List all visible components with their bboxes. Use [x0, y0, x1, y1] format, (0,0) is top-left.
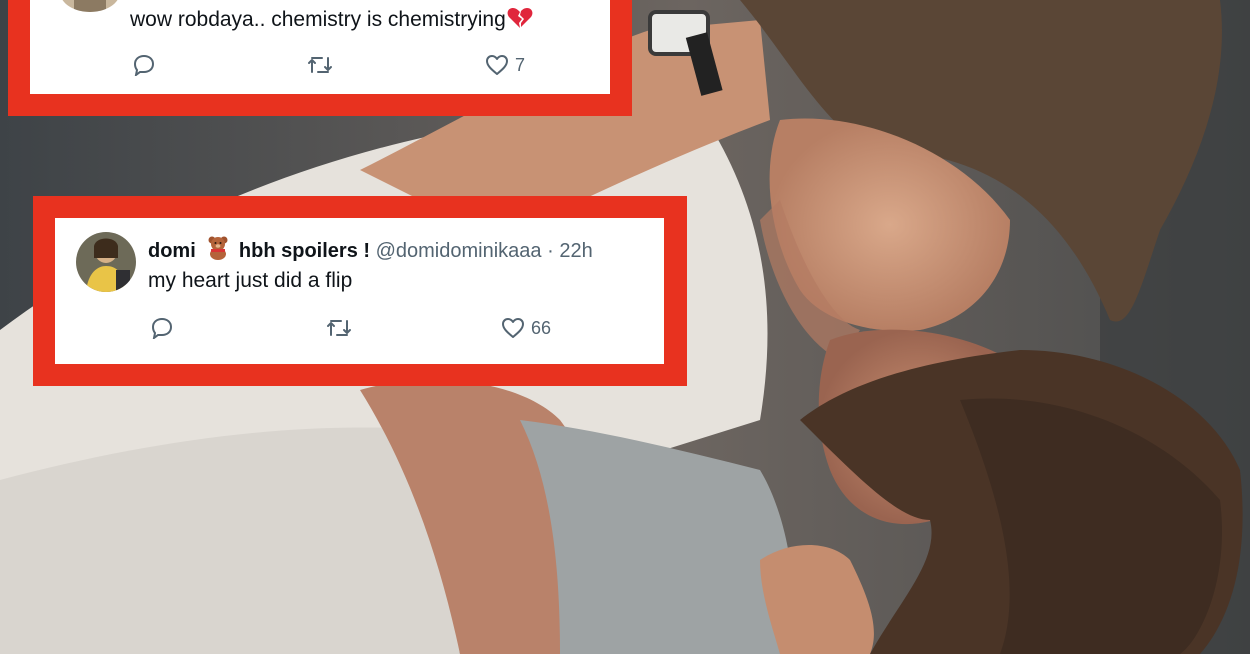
avatar-image-icon: [60, 0, 120, 12]
reply-icon: [151, 317, 173, 339]
tweet-header: domi hbh spoilers ! @domidominikaaa · 22…: [148, 236, 593, 266]
reply-icon: [133, 54, 155, 76]
like-count: 66: [531, 317, 552, 338]
retweet-button[interactable]: [306, 54, 334, 76]
reply-button[interactable]: [150, 317, 174, 339]
retweet-icon: [308, 57, 332, 73]
tweet-card-2[interactable]: domi hbh spoilers ! @domidominikaaa · 22…: [55, 218, 664, 364]
like-button[interactable]: 66: [501, 317, 551, 339]
display-name-suffix[interactable]: hbh spoilers !: [239, 240, 370, 262]
tweet-text: wow robdaya.. chemistry is chemistrying: [130, 7, 533, 35]
user-handle[interactable]: @domidominikaaa: [376, 240, 542, 262]
retweet-icon: [327, 320, 351, 336]
retweet-button[interactable]: [325, 317, 353, 339]
like-count: 7: [515, 54, 526, 75]
teddy-bear-icon: [207, 236, 229, 266]
broken-heart-icon: [507, 7, 533, 35]
display-name[interactable]: domi: [148, 240, 196, 262]
avatar-image-icon: [76, 232, 136, 292]
like-button[interactable]: 7: [485, 54, 525, 76]
avatar[interactable]: [60, 0, 120, 12]
timestamp[interactable]: 22h: [559, 240, 592, 262]
tweet-text: my heart just did a flip: [148, 269, 353, 292]
reply-button[interactable]: [132, 54, 156, 76]
heart-outline-icon: [502, 318, 524, 338]
tweet-card-1[interactable]: wow robdaya.. chemistry is chemistrying …: [30, 0, 610, 94]
separator-dot: ·: [547, 240, 554, 262]
avatar[interactable]: [76, 232, 136, 292]
heart-outline-icon: [486, 55, 508, 75]
